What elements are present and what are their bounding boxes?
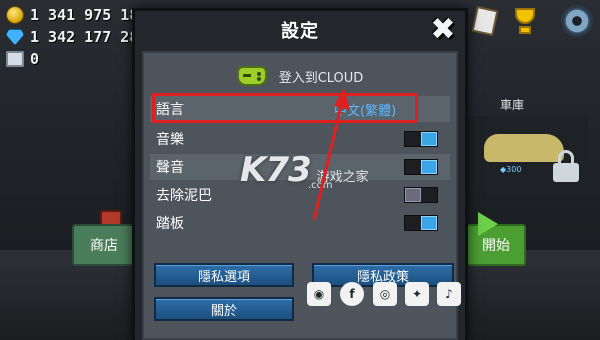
fuel-icon [6,51,24,67]
clipboard-icon [471,5,499,37]
gear-icon [564,8,590,34]
fuel-counter: 0 [6,50,39,68]
setting-label-remove-mud: 去除泥巴 [156,188,212,204]
garage-label: 車庫 [500,98,525,112]
dialog-title: 設定 [281,21,319,42]
twitter-icon[interactable]: ✦ [405,282,429,306]
privacy-options-button[interactable]: 隱私選項 [154,263,294,287]
close-button[interactable]: ✖ [427,15,459,45]
setting-label-pedals: 踏板 [156,216,184,232]
coin-icon [6,6,24,24]
fuel-value: 0 [30,50,40,68]
about-button[interactable]: 關於 [154,297,294,321]
trophy-icon [515,8,535,24]
gem-icon [6,29,24,45]
close-icon: ✖ [430,12,456,47]
annotation-arrow [312,88,350,221]
sound-toggle[interactable] [404,159,438,175]
instagram-icon[interactable]: ◎ [373,282,397,306]
pedals-toggle[interactable] [404,215,438,231]
language-highlight-box [152,93,418,123]
coins-counter: 1 341 975 189 [6,6,147,24]
gems-value: 1 342 177 284 [30,28,148,46]
coins-value: 1 341 975 189 [30,6,148,24]
lock-icon [553,150,579,182]
tiktok-icon[interactable]: ♪ [437,282,461,306]
gamepad-icon [236,66,267,86]
setting-label-sound: 聲音 [156,160,184,176]
shop-button[interactable]: 商店 [72,224,136,266]
missions-button[interactable] [470,5,500,37]
achievements-button[interactable] [510,6,540,36]
settings-button[interactable] [562,6,592,36]
facebook-icon[interactable]: f [340,282,364,306]
setting-label-music: 音樂 [156,132,184,148]
remove-mud-toggle[interactable] [404,187,438,203]
discord-icon[interactable]: ◉ [307,282,331,306]
play-arrow-icon [478,212,498,236]
music-toggle[interactable] [404,131,438,147]
vehicle-price: ◆300 [500,165,522,174]
gems-counter: 1 342 177 284 [6,28,147,46]
